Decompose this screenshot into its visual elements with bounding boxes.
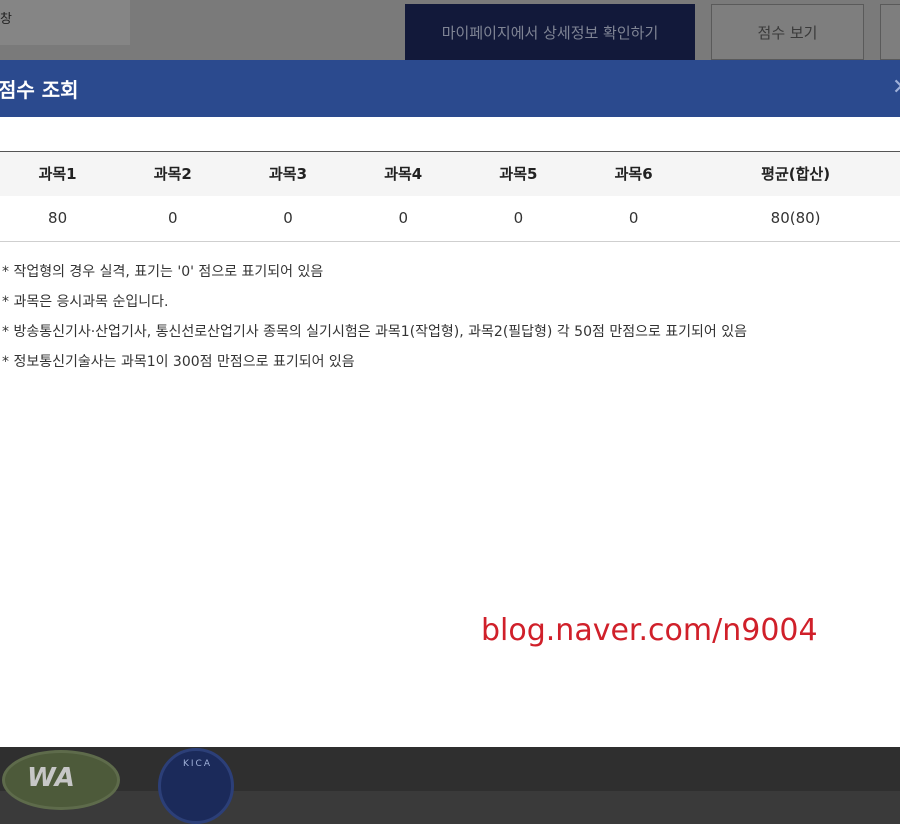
note-item: * 과목은 응시과목 순입니다. bbox=[2, 294, 169, 310]
background-footer bbox=[0, 747, 900, 791]
score-subject3: 0 bbox=[230, 195, 346, 242]
score-subject5: 0 bbox=[460, 195, 577, 242]
header-subject2: 과목2 bbox=[115, 151, 231, 196]
watermark-text: blog.naver.com/n9004 bbox=[481, 613, 818, 648]
table-row: 80 0 0 0 0 0 80(80) bbox=[0, 195, 900, 242]
wa-logo: WA bbox=[2, 750, 120, 810]
header-subject4: 과목4 bbox=[345, 151, 461, 196]
notes-list: * 작업형의 경우 실격, 표기는 '0' 점으로 표기되어 있음 * 과목은 … bbox=[2, 257, 900, 377]
header-subject3: 과목3 bbox=[230, 151, 346, 196]
header-subject5: 과목5 bbox=[460, 151, 577, 196]
score-subject1: 80 bbox=[0, 195, 116, 242]
table-header-row: 과목1 과목2 과목3 과목4 과목5 과목6 평균(합산) bbox=[0, 151, 900, 196]
wa-logo-text: WA bbox=[27, 763, 75, 793]
mypage-detail-button[interactable]: 마이페이지에서 상세정보 확인하기 bbox=[405, 4, 695, 60]
kica-logo-text: KICA bbox=[183, 759, 212, 769]
score-table: 과목1 과목2 과목3 과목4 과목5 과목6 평균(합산) 80 0 0 0 … bbox=[0, 151, 900, 242]
score-modal: 점수 조회 ✕ 과목1 과목2 과목3 과목4 과목5 과목6 평균(합산) 8… bbox=[0, 60, 900, 747]
note-item: * 작업형의 경우 실격, 표기는 '0' 점으로 표기되어 있음 bbox=[2, 264, 324, 280]
view-score-button[interactable]: 점수 보기 bbox=[711, 4, 864, 60]
header-average: 평균(합산) bbox=[691, 151, 900, 196]
background-edge-button[interactable] bbox=[880, 4, 900, 60]
kica-logo: KICA bbox=[158, 748, 234, 824]
score-subject4: 0 bbox=[345, 195, 461, 242]
note-item: * 방송통신기사·산업기사, 통신선로산업기사 종목의 실기시험은 과목1(작업… bbox=[2, 324, 748, 340]
modal-header: 점수 조회 ✕ bbox=[0, 60, 900, 117]
header-subject6: 과목6 bbox=[576, 151, 692, 196]
score-subject6: 0 bbox=[576, 195, 692, 242]
background-field: 창 bbox=[0, 0, 130, 45]
score-subject2: 0 bbox=[115, 195, 231, 242]
header-subject1: 과목1 bbox=[0, 151, 116, 196]
close-icon[interactable]: ✕ bbox=[892, 76, 900, 100]
modal-title: 점수 조회 bbox=[0, 78, 79, 102]
note-item: * 정보통신기술사는 과목1이 300점 만점으로 표기되어 있음 bbox=[2, 354, 355, 370]
score-average: 80(80) bbox=[691, 195, 900, 242]
